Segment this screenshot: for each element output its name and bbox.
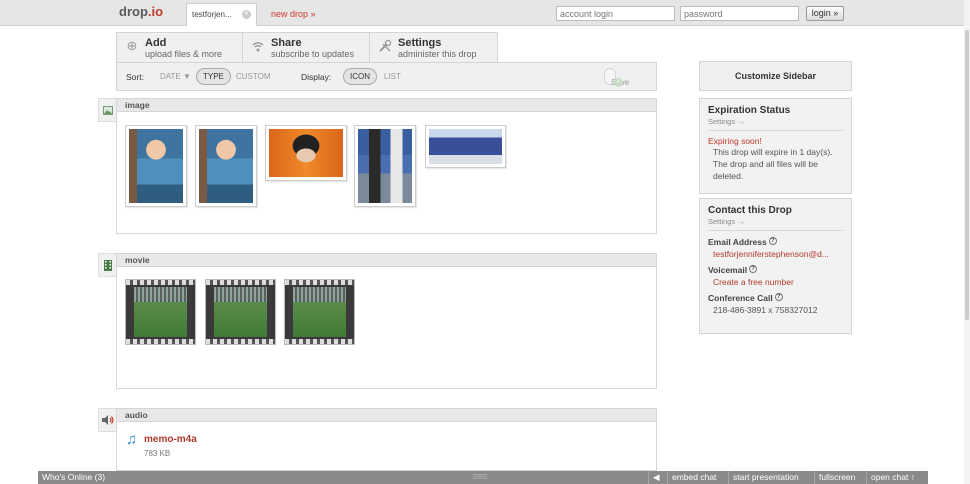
help-icon[interactable]: ? [774,293,783,301]
movie-frame [134,287,187,337]
sort-date[interactable]: DATE ▼ [160,72,191,81]
expiration-settings-link[interactable]: Settings → [708,117,843,131]
display-icon[interactable]: ICON [343,68,377,85]
image-photo [358,129,412,203]
music-note-icon: ♫ [126,431,138,448]
voicemail-link[interactable]: Create a free number [708,277,843,287]
logo-text: drop [119,4,148,19]
share-subtitle: subscribe to updates [271,49,355,59]
movie-frame [214,287,267,337]
drop-tab-label: testforjen... [192,10,232,19]
customize-sidebar-button[interactable]: Customize Sidebar [699,61,852,91]
audio-file-name[interactable]: memo-m4a [144,434,197,445]
settings-subtitle: administer this drop [398,49,477,59]
audio-file-size: 783 KB [144,449,171,458]
logo[interactable]: drop.io [119,4,163,19]
share-button[interactable]: Share subscribe to updates [243,32,370,62]
close-tab-icon[interactable]: ✕ [242,10,251,19]
check-icon: ✓ [614,78,623,87]
settings-title: Settings [398,37,442,49]
image-section-header: image [116,98,657,112]
email-label-text: Email Address [708,237,767,247]
image-photo [199,129,253,203]
email-value[interactable]: testforjenniferstephenson@d... [708,249,843,259]
resize-grip[interactable] [473,474,487,480]
movie-section-body [116,267,657,389]
start-presentation-button[interactable]: start presentation [728,471,803,484]
settings-button[interactable]: Settings administer this drop [370,32,498,62]
account-login-input[interactable] [556,6,675,21]
audio-section-icon [98,408,116,432]
add-button[interactable]: ⊕ Add upload files & more [116,32,243,62]
scrollbar[interactable] [964,0,970,484]
add-icon: ⊕ [126,38,138,53]
audio-section-header: audio [116,408,657,422]
audio-section-body [116,422,657,471]
contact-settings-link[interactable]: Settings → [708,217,843,231]
whos-online-button[interactable]: Who's Online (3) [42,472,105,482]
expiration-text: This drop will expire in 1 day(s). The d… [713,147,833,181]
sort-type[interactable]: TYPE [196,68,231,85]
expiring-warning: Expiring soon! [708,136,762,146]
conference-value: 218-486-3891 x 758327012 [713,305,818,315]
bottom-bar: Who's Online (3) ◀ embed chat start pres… [38,471,928,484]
expiration-panel: Expiration Status Settings → Expiring so… [699,98,852,194]
display-list[interactable]: LIST [384,72,401,81]
film-perforation [285,339,354,344]
image-thumbnail[interactable] [195,125,257,207]
image-section-body [116,112,657,234]
sort-custom[interactable]: CUSTOM [236,72,271,81]
film-perforation [206,339,275,344]
login-button[interactable]: login » [806,6,844,21]
conference-label: Conference Call? [708,293,843,303]
film-perforation [126,280,195,285]
sort-label: Sort: [126,72,144,82]
movie-thumbnail[interactable] [125,279,196,345]
movie-thumbnail[interactable] [205,279,276,345]
help-icon[interactable]: ? [749,265,758,273]
fullscreen-button[interactable]: fullscreen [814,471,859,484]
image-photo [129,129,183,203]
share-title: Share [271,37,302,49]
scrollbar-thumb[interactable] [965,30,969,320]
conference-label-text: Conference Call [708,293,773,303]
image-thumbnail[interactable] [354,125,416,207]
embed-chat-button[interactable]: embed chat [667,471,720,484]
save-button[interactable]: Save✓ [604,68,629,87]
image-photo [269,129,343,177]
voicemail-label-text: Voicemail [708,265,748,275]
add-title: Add [145,37,167,49]
new-drop-link[interactable]: new drop » [271,9,316,19]
help-icon[interactable]: ? [768,237,777,245]
drop-tab[interactable]: testforjen... ✕ [186,3,257,26]
contact-title: Contact this Drop [708,205,792,216]
top-bar: drop.io testforjen... ✕ new drop » login… [0,0,970,26]
password-input[interactable] [680,6,799,21]
image-thumbnail[interactable] [125,125,187,207]
image-photo [429,129,502,164]
sort-bar: Sort: DATE ▼ TYPE CUSTOM Display: ICON L… [116,62,657,91]
film-perforation [126,339,195,344]
action-tabs: ⊕ Add upload files & more Share subscrib… [116,32,498,62]
display-label: Display: [301,72,332,82]
image-section-icon [98,98,116,122]
movie-section-icon [98,253,116,277]
image-thumbnail[interactable] [265,125,347,181]
voicemail-label: Voicemail? [708,265,843,275]
speaker-icon[interactable]: ◀ [648,471,664,484]
expiration-title: Expiration Status [708,105,791,116]
movie-section-header: movie [116,253,657,267]
open-chat-button[interactable]: open chat ↑ [866,471,919,484]
image-thumbnail[interactable] [425,125,506,168]
film-perforation [206,280,275,285]
settings-icon [378,39,392,53]
logo-suffix: .io [147,4,164,19]
contact-panel: Contact this Drop Settings → Email Addre… [699,198,852,334]
film-perforation [285,280,354,285]
share-icon [251,39,265,53]
movie-thumbnail[interactable] [284,279,355,345]
movie-frame [293,287,346,337]
add-subtitle: upload files & more [145,49,223,59]
email-label: Email Address? [708,237,843,247]
